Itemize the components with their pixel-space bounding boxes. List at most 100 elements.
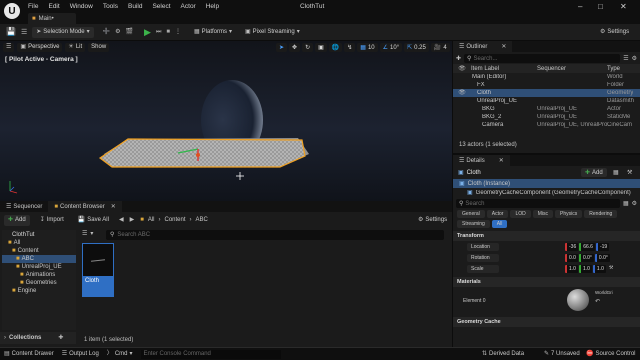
- filter-icon[interactable]: ☰: [623, 56, 628, 62]
- rotation-dropdown[interactable]: Rotation: [467, 253, 499, 262]
- cb-settings-button[interactable]: ⚙ Settings: [414, 215, 451, 226]
- location-x-field[interactable]: -36: [565, 242, 579, 251]
- tree-item[interactable]: ■ ABC: [2, 255, 76, 263]
- scale-y-field[interactable]: 1.0: [578, 264, 592, 273]
- gear-icon[interactable]: ⚙: [632, 56, 637, 62]
- filter-chip-physics[interactable]: Physics: [555, 210, 583, 218]
- scale-dropdown[interactable]: Scale: [467, 264, 499, 273]
- gear-icon[interactable]: ⚙: [632, 201, 637, 207]
- platforms-button[interactable]: ▦ Platforms ▾: [190, 27, 236, 38]
- save-icon[interactable]: 💾: [6, 28, 16, 36]
- filter-chip-misc[interactable]: Misc: [532, 210, 554, 218]
- transform-section[interactable]: Transform: [453, 231, 640, 241]
- settings-button[interactable]: ⚙ Settings: [596, 27, 633, 38]
- close-tab-icon[interactable]: ✕: [499, 158, 504, 164]
- filter-icon[interactable]: ☰: [82, 231, 87, 237]
- outliner-row[interactable]: BKG_2 UnrealProj_UE StaticMe: [453, 113, 640, 121]
- add-button[interactable]: ✚ Add: [4, 214, 30, 226]
- import-button[interactable]: ↧ Import: [36, 215, 68, 226]
- close-icon[interactable]: ✕: [620, 2, 627, 11]
- unreal-logo-icon[interactable]: U: [4, 3, 20, 19]
- place-actor-icon[interactable]: ➕: [103, 29, 110, 35]
- cinematics-icon[interactable]: 🎬: [126, 29, 133, 35]
- pixel-streaming-button[interactable]: ▣ Pixel Streaming ▾: [241, 27, 304, 38]
- source-control-button[interactable]: ⛔ Source Control: [586, 351, 636, 357]
- outliner-row[interactable]: UnrealProj_UE Datasmith: [453, 97, 640, 105]
- cloth-selection-outline[interactable]: [98, 138, 306, 168]
- filter-chip-actor[interactable]: Actor: [486, 210, 509, 218]
- menu-actor[interactable]: Actor: [181, 3, 196, 10]
- component-cache-row[interactable]: ▣ GeometryCacheComponent (GeometryCacheC…: [453, 188, 640, 197]
- asset-search-input[interactable]: ⚲ Search ABC: [106, 230, 444, 240]
- rotation-x-field[interactable]: 0.0: [565, 253, 578, 262]
- close-tab-icon[interactable]: ✕: [501, 44, 506, 50]
- tab-content-browser[interactable]: ■ Content Browser ✕: [48, 201, 122, 212]
- outliner-row[interactable]: FX Folder: [453, 81, 640, 89]
- location-dropdown[interactable]: Location: [467, 242, 499, 251]
- menu-tools[interactable]: Tools: [103, 3, 118, 10]
- filter-chip-general[interactable]: General: [457, 210, 485, 218]
- cmd-dropdown[interactable]: 〉 Cmd ▾: [107, 351, 133, 357]
- property-matrix-icon[interactable]: ▦: [623, 201, 629, 207]
- rotation-y-field[interactable]: 0.0°: [578, 253, 594, 262]
- tree-item[interactable]: ■ UnrealProj_UE: [2, 263, 76, 271]
- tree-item[interactable]: ■ Animations: [2, 271, 76, 279]
- filter-chip-all[interactable]: All: [491, 220, 508, 228]
- minimize-icon[interactable]: –: [578, 2, 582, 11]
- filter-chip-lod[interactable]: LOD: [510, 210, 531, 218]
- level-browse-icon[interactable]: ☰: [21, 29, 27, 36]
- selection-mode-button[interactable]: ➤ Selection Mode ▾: [32, 26, 94, 38]
- lock-scale-icon[interactable]: ⚒: [609, 266, 613, 271]
- collections-header[interactable]: › Collections ✚: [0, 332, 76, 344]
- stop-icon[interactable]: ■: [166, 29, 170, 35]
- tab-outliner[interactable]: ☰ Outliner ✕: [453, 41, 513, 52]
- gizmo-pivot[interactable]: [196, 153, 200, 157]
- asset-tile-cloth[interactable]: Cloth: [82, 243, 114, 297]
- tab-details[interactable]: ☰ Details ✕: [453, 155, 510, 166]
- breadcrumb-abc[interactable]: ABC: [196, 217, 208, 223]
- outliner-row[interactable]: 👁 Cloth Geometry: [453, 89, 640, 97]
- menu-select[interactable]: Select: [152, 3, 170, 10]
- more-options-icon[interactable]: ⋮: [175, 29, 181, 35]
- tree-item[interactable]: ■ Content: [2, 247, 76, 255]
- save-all-button[interactable]: 💾 Save All: [74, 215, 113, 226]
- output-log-button[interactable]: ☰ Output Log: [62, 351, 99, 357]
- back-icon[interactable]: ◀: [119, 217, 124, 223]
- console-command-input[interactable]: Enter Console Command: [140, 349, 281, 359]
- location-z-field[interactable]: -19: [595, 242, 610, 251]
- outliner-row[interactable]: BKG UnrealProj_UE Actor: [453, 105, 640, 113]
- level-viewport[interactable]: ☰ ▣ Perspective ☀ Lit Show ➤ ✥ ↻ ▣ 🌐 ↯ ▦…: [0, 41, 452, 201]
- column-sequencer[interactable]: Sequencer: [537, 66, 607, 72]
- breadcrumb-content[interactable]: Content: [164, 217, 185, 223]
- add-collection-icon[interactable]: ✚: [58, 335, 63, 341]
- location-y-field[interactable]: 66.6: [579, 242, 595, 251]
- reset-arrow-icon[interactable]: ↶: [595, 299, 600, 305]
- forward-icon[interactable]: ▶: [130, 217, 135, 223]
- rotation-z-field[interactable]: 0.0°: [594, 253, 610, 262]
- column-type[interactable]: Type: [607, 66, 620, 72]
- scale-x-field[interactable]: 1.0: [565, 264, 578, 273]
- details-search-input[interactable]: ⚲ Search: [456, 199, 620, 208]
- tree-item[interactable]: ■ Geometries: [2, 279, 76, 287]
- visibility-icon[interactable]: 👁: [457, 90, 467, 96]
- scale-z-field[interactable]: 1.0: [592, 264, 606, 273]
- content-drawer-button[interactable]: ▤ Content Drawer: [4, 351, 54, 357]
- outliner-row[interactable]: Main (Editor) World: [453, 73, 640, 81]
- unsaved-button[interactable]: ✎ 7 Unsaved: [544, 351, 580, 357]
- menu-help[interactable]: Help: [206, 3, 219, 10]
- tab-sequencer[interactable]: ☰ Sequencer: [0, 201, 49, 212]
- materials-section[interactable]: Materials: [453, 277, 640, 287]
- tree-item[interactable]: ■ Engine: [2, 287, 76, 295]
- menu-edit[interactable]: Edit: [48, 3, 59, 10]
- play-icon[interactable]: ▶: [144, 27, 151, 37]
- blueprint-icon[interactable]: ⚙: [115, 29, 120, 35]
- outliner-row[interactable]: Camera UnrealProj_UE, UnrealProj CineCam: [453, 121, 640, 129]
- filter-chip-rendering[interactable]: Rendering: [584, 210, 618, 218]
- level-tab-main[interactable]: ■ Main•: [28, 13, 76, 24]
- blueprint-icon[interactable]: ▦: [613, 170, 619, 176]
- filter-chip-streaming[interactable]: Streaming: [457, 220, 490, 228]
- menu-file[interactable]: File: [28, 3, 38, 10]
- geometry-cache-section[interactable]: Geometry Cache: [453, 317, 640, 327]
- column-item-label[interactable]: Item Label: [467, 66, 537, 72]
- tree-root[interactable]: ClothTut: [2, 230, 76, 239]
